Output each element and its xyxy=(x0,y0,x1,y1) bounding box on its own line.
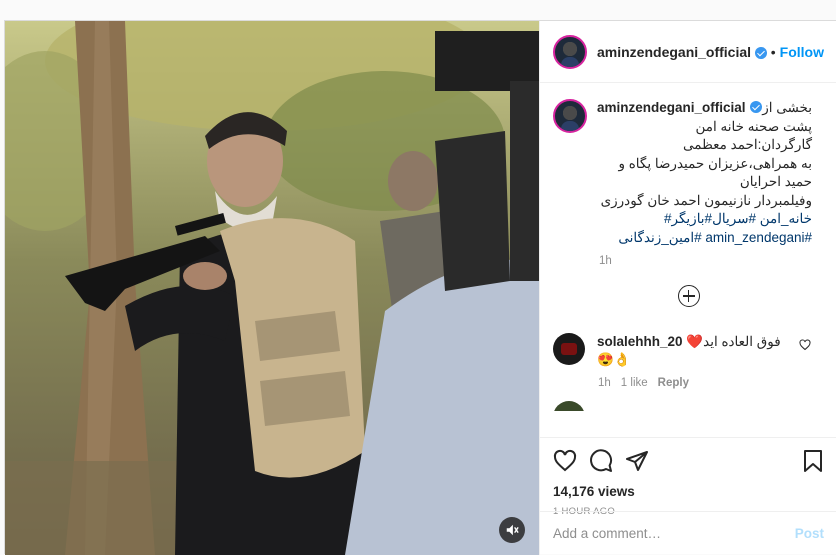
verified-badge-icon xyxy=(755,46,767,59)
add-comment-bar: Post xyxy=(540,511,836,555)
comment-username[interactable]: solalehhh_20 xyxy=(597,334,683,349)
caption-line: وفیلمبردار نازنیمون احمد خان گودرزی xyxy=(600,192,812,208)
view-count[interactable]: 14,176 views xyxy=(553,484,824,499)
header-username[interactable]: aminzendegani_official xyxy=(597,44,751,60)
caption-username[interactable]: aminzendegani_official xyxy=(597,100,746,115)
heart-icon[interactable] xyxy=(799,339,811,351)
avatar[interactable] xyxy=(553,333,585,365)
follow-button[interactable]: Follow xyxy=(780,44,824,60)
comment-likes[interactable]: 1 like xyxy=(621,377,648,389)
mute-toggle-button[interactable] xyxy=(499,517,525,543)
caption-timestamp[interactable]: 1h xyxy=(599,255,824,267)
caption-line: گارگردان:احمد معظمی xyxy=(683,137,812,152)
caption-line: به همراهی،عزیزان حمیدرضا پگاه و xyxy=(618,155,812,171)
comment-item: solalehhh_20 ❤️فوق العاده اید 😍👌 xyxy=(553,333,824,369)
comment-text: فوق العاده اید xyxy=(703,334,781,349)
separator-dot: • xyxy=(770,43,776,60)
caption-line: بخشی از xyxy=(762,100,812,115)
caption-text: aminzendegani_official بخشی از پشت صحنه … xyxy=(597,99,812,247)
avatar[interactable] xyxy=(553,401,585,411)
comment-icon[interactable] xyxy=(589,449,613,473)
comment-meta: 1h 1 like Reply xyxy=(598,377,824,389)
post-video[interactable] xyxy=(5,21,539,555)
post-comment-button[interactable]: Post xyxy=(795,526,824,541)
post-header: aminzendegani_official • Follow xyxy=(540,21,836,83)
load-more-comments[interactable] xyxy=(553,285,824,307)
bookmark-icon[interactable] xyxy=(802,449,824,473)
post-actions: 14,176 views 1 HOUR AGO Post xyxy=(540,437,836,555)
caption-line: حمید احرایان xyxy=(739,174,812,189)
heart-icon[interactable] xyxy=(553,449,577,473)
avatar[interactable] xyxy=(553,34,587,69)
caption-line: پشت صحنه خانه امن xyxy=(695,118,812,134)
comment-time[interactable]: 1h xyxy=(598,377,611,389)
action-bar xyxy=(553,448,824,474)
avatar[interactable] xyxy=(553,99,587,133)
comment-item-partial xyxy=(553,401,824,411)
reply-button[interactable]: Reply xyxy=(658,377,689,389)
comment-body: solalehhh_20 ❤️فوق العاده اید 😍👌 xyxy=(597,333,787,369)
verified-badge-icon xyxy=(749,101,762,113)
post-dialog: aminzendegani_official • Follow aminzend… xyxy=(4,20,836,555)
plus-circle-icon[interactable] xyxy=(677,285,700,307)
video-frame xyxy=(5,21,539,555)
caption: aminzendegani_official بخشی از پشت صحنه … xyxy=(553,99,824,247)
comment-emoji: ❤️ xyxy=(686,334,704,349)
comments-list[interactable]: aminzendegani_official بخشی از پشت صحنه … xyxy=(540,83,836,437)
comment-emoji-line: 😍👌 xyxy=(597,352,631,367)
post-side-panel: aminzendegani_official • Follow aminzend… xyxy=(539,21,836,555)
hashtag-line[interactable]: #amin_zendegani #امین_زندگانی xyxy=(597,229,812,248)
speaker-muted-icon xyxy=(506,524,519,536)
comment-input[interactable] xyxy=(553,526,795,541)
hashtag-line[interactable]: خانه_امن #سریال#بازیگر# xyxy=(597,210,812,229)
paper-plane-icon[interactable] xyxy=(625,449,649,473)
